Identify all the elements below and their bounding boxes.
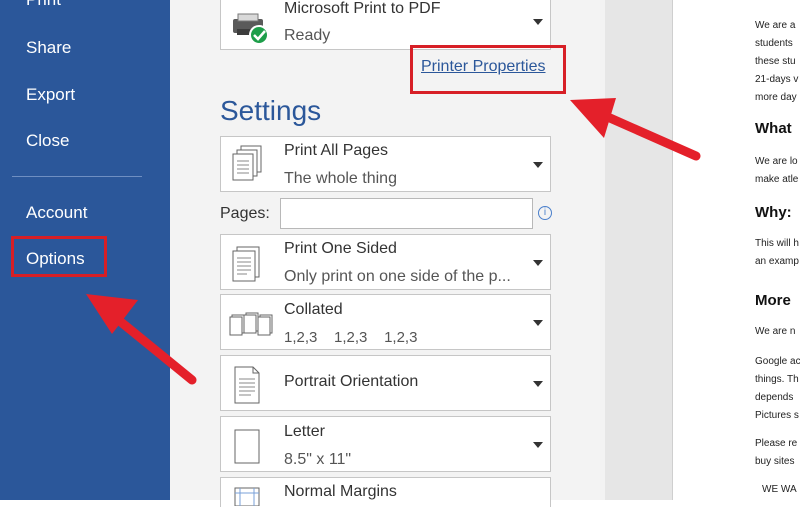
arrow-to-printer-properties <box>570 98 701 161</box>
annotation-arrows <box>86 98 701 385</box>
arrow-to-options <box>86 294 197 385</box>
